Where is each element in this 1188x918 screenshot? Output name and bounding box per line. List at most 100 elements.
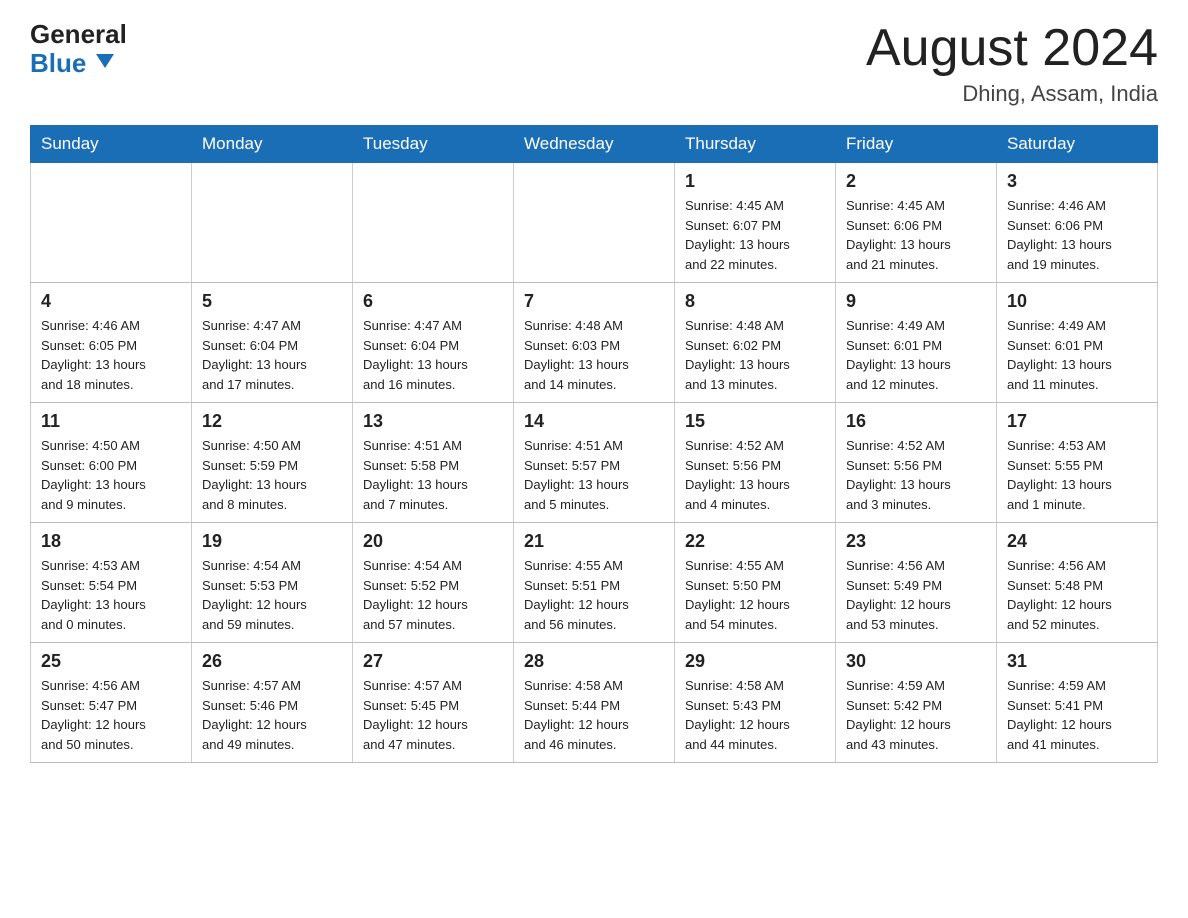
logo-blue: Blue <box>30 49 127 78</box>
calendar-cell: 25 Sunrise: 4:56 AMSunset: 5:47 PMDayligh… <box>31 643 192 763</box>
day-number: 13 <box>363 411 503 432</box>
day-info: Sunrise: 4:46 AMSunset: 6:06 PMDaylight:… <box>1007 196 1147 274</box>
day-info: Sunrise: 4:54 AMSunset: 5:52 PMDaylight:… <box>363 556 503 634</box>
day-number: 27 <box>363 651 503 672</box>
calendar-cell: 21 Sunrise: 4:55 AMSunset: 5:51 PMDayligh… <box>514 523 675 643</box>
calendar-cell: 19 Sunrise: 4:54 AMSunset: 5:53 PMDayligh… <box>192 523 353 643</box>
calendar-cell: 26Sunrise: 4:57 AMSunset: 5:46 PMDayligh… <box>192 643 353 763</box>
day-info: Sunrise: 4:49 AMSunset: 6:01 PMDaylight:… <box>1007 316 1147 394</box>
day-info: Sunrise: 4:58 AMSunset: 5:44 PMDaylight:… <box>524 676 664 754</box>
day-number: 1 <box>685 171 825 192</box>
day-info: Sunrise: 4:48 AMSunset: 6:03 PMDaylight:… <box>524 316 664 394</box>
day-number: 14 <box>524 411 664 432</box>
calendar-week-row: 25 Sunrise: 4:56 AMSunset: 5:47 PMDayligh… <box>31 643 1158 763</box>
day-number: 4 <box>41 291 181 312</box>
day-info: Sunrise: 4:58 AMSunset: 5:43 PMDaylight:… <box>685 676 825 754</box>
day-number: 11 <box>41 411 181 432</box>
day-info: Sunrise: 4:56 AMSunset: 5:48 PMDaylight:… <box>1007 556 1147 634</box>
day-info: Sunrise: 4:45 AMSunset: 6:06 PMDaylight:… <box>846 196 986 274</box>
calendar-header-friday: Friday <box>836 126 997 163</box>
calendar-cell: 22 Sunrise: 4:55 AMSunset: 5:50 PMDayligh… <box>675 523 836 643</box>
day-info: Sunrise: 4:50 AMSunset: 6:00 PMDaylight:… <box>41 436 181 514</box>
day-number: 10 <box>1007 291 1147 312</box>
calendar-cell: 11 Sunrise: 4:50 AMSunset: 6:00 PMDayligh… <box>31 403 192 523</box>
day-number: 30 <box>846 651 986 672</box>
calendar-cell: 28 Sunrise: 4:58 AMSunset: 5:44 PMDayligh… <box>514 643 675 763</box>
day-info: Sunrise: 4:55 AMSunset: 5:51 PMDaylight:… <box>524 556 664 634</box>
calendar-cell: 4Sunrise: 4:46 AMSunset: 6:05 PMDaylight… <box>31 283 192 403</box>
day-info: Sunrise: 4:54 AMSunset: 5:53 PMDaylight:… <box>202 556 342 634</box>
day-info: Sunrise: 4:45 AMSunset: 6:07 PMDaylight:… <box>685 196 825 274</box>
calendar-cell: 20 Sunrise: 4:54 AMSunset: 5:52 PMDayligh… <box>353 523 514 643</box>
calendar-cell: 15 Sunrise: 4:52 AMSunset: 5:56 PMDayligh… <box>675 403 836 523</box>
day-info: Sunrise: 4:53 AMSunset: 5:55 PMDaylight:… <box>1007 436 1147 514</box>
calendar-cell: 6 Sunrise: 4:47 AMSunset: 6:04 PMDaylight… <box>353 283 514 403</box>
day-number: 19 <box>202 531 342 552</box>
calendar-week-row: 4Sunrise: 4:46 AMSunset: 6:05 PMDaylight… <box>31 283 1158 403</box>
day-number: 6 <box>363 291 503 312</box>
day-number: 31 <box>1007 651 1147 672</box>
day-number: 20 <box>363 531 503 552</box>
day-info: Sunrise: 4:57 AMSunset: 5:46 PMDaylight:… <box>202 676 342 754</box>
day-info: Sunrise: 4:51 AMSunset: 5:57 PMDaylight:… <box>524 436 664 514</box>
calendar-cell <box>353 163 514 283</box>
calendar-cell: 14 Sunrise: 4:51 AMSunset: 5:57 PMDayligh… <box>514 403 675 523</box>
day-info: Sunrise: 4:59 AMSunset: 5:42 PMDaylight:… <box>846 676 986 754</box>
calendar-header-tuesday: Tuesday <box>353 126 514 163</box>
day-number: 21 <box>524 531 664 552</box>
calendar-header-sunday: Sunday <box>31 126 192 163</box>
calendar-cell: 10 Sunrise: 4:49 AMSunset: 6:01 PMDayligh… <box>997 283 1158 403</box>
calendar-cell: 12Sunrise: 4:50 AMSunset: 5:59 PMDayligh… <box>192 403 353 523</box>
calendar-cell: 2Sunrise: 4:45 AMSunset: 6:06 PMDaylight… <box>836 163 997 283</box>
calendar-cell: 30 Sunrise: 4:59 AMSunset: 5:42 PMDayligh… <box>836 643 997 763</box>
calendar-header-saturday: Saturday <box>997 126 1158 163</box>
logo-general: General <box>30 20 127 49</box>
day-number: 24 <box>1007 531 1147 552</box>
day-number: 25 <box>41 651 181 672</box>
calendar-cell: 5Sunrise: 4:47 AMSunset: 6:04 PMDaylight… <box>192 283 353 403</box>
calendar-cell: 17Sunrise: 4:53 AMSunset: 5:55 PMDayligh… <box>997 403 1158 523</box>
day-number: 16 <box>846 411 986 432</box>
calendar-cell: 3 Sunrise: 4:46 AMSunset: 6:06 PMDaylight… <box>997 163 1158 283</box>
day-number: 15 <box>685 411 825 432</box>
page-header: General Blue August 2024 Dhing, Assam, I… <box>30 20 1158 107</box>
day-info: Sunrise: 4:52 AMSunset: 5:56 PMDaylight:… <box>846 436 986 514</box>
calendar-cell <box>514 163 675 283</box>
calendar-cell: 31Sunrise: 4:59 AMSunset: 5:41 PMDayligh… <box>997 643 1158 763</box>
title-block: August 2024 Dhing, Assam, India <box>866 20 1158 107</box>
calendar-week-row: 18Sunrise: 4:53 AMSunset: 5:54 PMDayligh… <box>31 523 1158 643</box>
calendar-week-row: 1 Sunrise: 4:45 AMSunset: 6:07 PMDaylight… <box>31 163 1158 283</box>
month-year-title: August 2024 <box>866 20 1158 77</box>
calendar-cell: 16 Sunrise: 4:52 AMSunset: 5:56 PMDayligh… <box>836 403 997 523</box>
calendar-cell <box>31 163 192 283</box>
day-info: Sunrise: 4:50 AMSunset: 5:59 PMDaylight:… <box>202 436 342 514</box>
calendar-cell: 8Sunrise: 4:48 AMSunset: 6:02 PMDaylight… <box>675 283 836 403</box>
calendar-table: SundayMondayTuesdayWednesdayThursdayFrid… <box>30 125 1158 763</box>
calendar-cell: 9Sunrise: 4:49 AMSunset: 6:01 PMDaylight… <box>836 283 997 403</box>
calendar-cell: 18Sunrise: 4:53 AMSunset: 5:54 PMDayligh… <box>31 523 192 643</box>
day-number: 3 <box>1007 171 1147 192</box>
day-info: Sunrise: 4:52 AMSunset: 5:56 PMDaylight:… <box>685 436 825 514</box>
day-info: Sunrise: 4:47 AMSunset: 6:04 PMDaylight:… <box>202 316 342 394</box>
location-subtitle: Dhing, Assam, India <box>866 81 1158 107</box>
day-info: Sunrise: 4:56 AMSunset: 5:49 PMDaylight:… <box>846 556 986 634</box>
calendar-cell: 13Sunrise: 4:51 AMSunset: 5:58 PMDayligh… <box>353 403 514 523</box>
day-info: Sunrise: 4:55 AMSunset: 5:50 PMDaylight:… <box>685 556 825 634</box>
day-info: Sunrise: 4:56 AMSunset: 5:47 PMDaylight:… <box>41 676 181 754</box>
calendar-header-thursday: Thursday <box>675 126 836 163</box>
calendar-cell: 23 Sunrise: 4:56 AMSunset: 5:49 PMDayligh… <box>836 523 997 643</box>
logo: General Blue <box>30 20 127 77</box>
calendar-cell <box>192 163 353 283</box>
calendar-cell: 27Sunrise: 4:57 AMSunset: 5:45 PMDayligh… <box>353 643 514 763</box>
calendar-cell: 24 Sunrise: 4:56 AMSunset: 5:48 PMDayligh… <box>997 523 1158 643</box>
day-number: 22 <box>685 531 825 552</box>
day-number: 9 <box>846 291 986 312</box>
day-number: 29 <box>685 651 825 672</box>
calendar-header-wednesday: Wednesday <box>514 126 675 163</box>
day-info: Sunrise: 4:48 AMSunset: 6:02 PMDaylight:… <box>685 316 825 394</box>
day-number: 23 <box>846 531 986 552</box>
day-number: 28 <box>524 651 664 672</box>
logo-triangle-icon <box>96 54 114 68</box>
calendar-week-row: 11 Sunrise: 4:50 AMSunset: 6:00 PMDayligh… <box>31 403 1158 523</box>
day-info: Sunrise: 4:47 AMSunset: 6:04 PMDaylight:… <box>363 316 503 394</box>
